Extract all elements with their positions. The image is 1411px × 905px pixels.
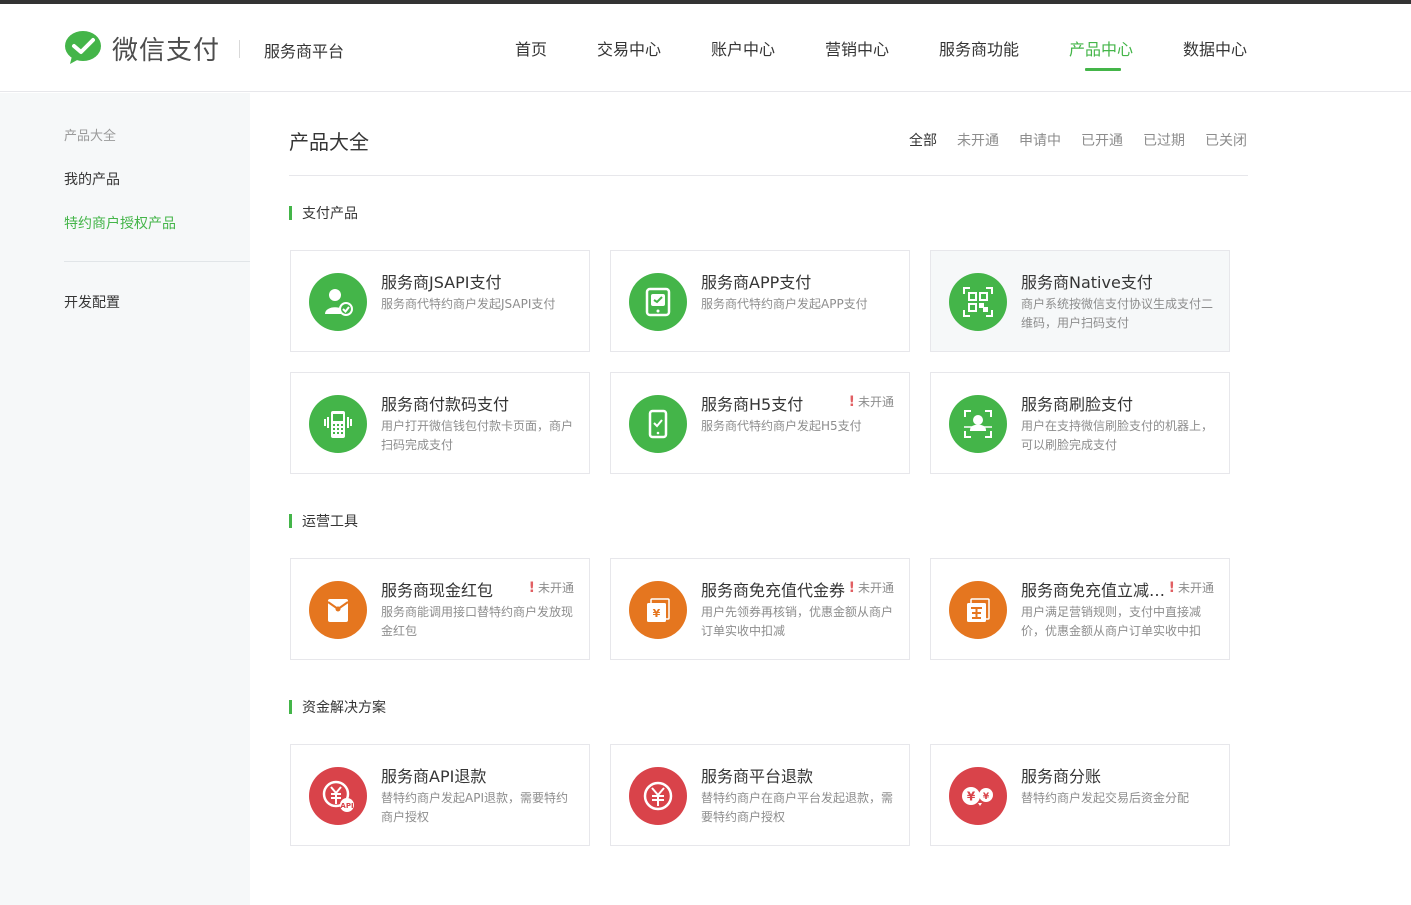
section-label: 资金解决方案 — [302, 700, 386, 716]
alert-icon: ! — [1168, 579, 1175, 596]
card-title: 服务商Native支付 — [1021, 273, 1153, 292]
card-description: 服务商代特约商户发起APP支付 — [701, 297, 868, 311]
refund-icon — [629, 767, 687, 825]
card-description: 商户系统按微信支付协议生成支付二维码，用户扫码支付 — [1021, 297, 1214, 330]
phone-check-icon — [629, 395, 687, 453]
card-title: 服务商现金红包 — [381, 581, 494, 600]
sidebar-item-authorized-products[interactable]: 特约商户授权产品 — [64, 213, 176, 233]
product-card-profit-sharing[interactable]: ¥ ¥ 服务商分账 替特约商户发起交易后资金分配 — [930, 744, 1230, 846]
product-card-jsapi[interactable]: 服务商JSAPI支付 服务商代特约商户发起JSAPI支付 — [290, 250, 590, 352]
product-card-api-refund[interactable]: API 服务商API退款 替特约商户发起API退款，需要特约商户授权 — [290, 744, 590, 846]
filter-opened[interactable]: 已开通 — [1081, 130, 1123, 150]
status-badge: ! 未开通 — [849, 579, 894, 596]
nav-active-indicator — [1085, 68, 1121, 71]
red-packet-icon — [309, 581, 367, 639]
card-title: 服务商APP支付 — [701, 273, 812, 292]
card-title: 服务商付款码支付 — [381, 395, 510, 414]
status-badge: ! 未开通 — [1169, 579, 1214, 596]
product-card-payment-code[interactable]: 服务商付款码支付 用户打开微信钱包付款卡页面，商户扫码完成支付 — [290, 372, 590, 474]
page-title: 产品大全 — [289, 130, 369, 154]
badge-label: 未开通 — [537, 581, 574, 595]
badge-label: 未开通 — [1177, 581, 1214, 595]
nav-data-center[interactable]: 数据中心 — [1183, 36, 1247, 60]
filter-applying[interactable]: 申请中 — [1019, 130, 1061, 150]
alert-icon: ! — [848, 579, 855, 596]
product-card-platform-refund[interactable]: 服务商平台退款 替特约商户在商户平台发起退款，需要特约商户授权 — [610, 744, 910, 846]
nav-account-center[interactable]: 账户中心 — [711, 36, 775, 60]
section-marker — [289, 700, 292, 714]
svg-text:¥: ¥ — [983, 792, 990, 802]
sidebar-item-dev-config[interactable]: 开发配置 — [64, 292, 120, 312]
svg-text:API: API — [340, 802, 353, 810]
section-marker — [289, 206, 292, 220]
section-marker — [289, 514, 292, 528]
card-title: 服务商H5支付 — [701, 395, 804, 414]
main-nav: 首页 交易中心 账户中心 营销中心 服务商功能 产品中心 数据中心 — [0, 36, 1411, 76]
user-check-icon — [309, 273, 367, 331]
product-card-app[interactable]: 服务商APP支付 服务商代特约商户发起APP支付 — [610, 250, 910, 352]
product-card-native[interactable]: 服务商Native支付 商户系统按微信支付协议生成支付二维码，用户扫码支付 — [930, 250, 1230, 352]
product-card-h5[interactable]: 服务商H5支付 ! 未开通 服务商代特约商户发起H5支付 — [610, 372, 910, 474]
title-divider — [289, 175, 1248, 176]
card-title: 服务商分账 — [1021, 767, 1102, 786]
status-badge: ! 未开通 — [849, 393, 894, 410]
card-description: 替特约商户在商户平台发起退款，需要特约商户授权 — [701, 791, 894, 824]
nav-marketing-center[interactable]: 营销中心 — [825, 36, 889, 60]
card-description: 服务商代特约商户发起H5支付 — [701, 419, 862, 433]
card-description: 服务商能调用接口替特约商户发放现金红包 — [381, 605, 574, 638]
svg-text:¥: ¥ — [653, 607, 661, 620]
section-header-payment: 支付产品 — [289, 205, 358, 222]
section-header-fund-solutions: 资金解决方案 — [289, 699, 386, 716]
api-refund-icon: API — [309, 767, 367, 825]
card-title: 服务商刷脸支付 — [1021, 395, 1134, 414]
section-label: 运营工具 — [302, 514, 358, 530]
product-card-coupon[interactable]: ¥ 服务商免充值代金券 ! 未开通 用户先领券再核销，优惠金额从商户订单实收中扣减 — [610, 558, 910, 660]
nav-trade-center[interactable]: 交易中心 — [597, 36, 661, 60]
card-description: 服务商代特约商户发起JSAPI支付 — [381, 297, 556, 311]
filter-closed[interactable]: 已关闭 — [1205, 130, 1247, 150]
card-description: 用户满足营销规则，支付中直接减价，优惠金额从商户订单实收中扣 — [1021, 605, 1202, 638]
nav-home[interactable]: 首页 — [515, 36, 547, 60]
card-title: 服务商平台退款 — [701, 767, 814, 786]
qr-code-icon — [949, 273, 1007, 331]
card-title: 服务商JSAPI支付 — [381, 273, 502, 292]
pos-terminal-icon — [309, 395, 367, 453]
card-title: 服务商API退款 — [381, 767, 487, 786]
filter-all[interactable]: 全部 — [909, 130, 937, 150]
card-description: 替特约商户发起API退款，需要特约商户授权 — [381, 791, 568, 824]
svg-text:¥: ¥ — [967, 790, 976, 804]
card-description: 用户先领券再核销，优惠金额从商户订单实收中扣减 — [701, 605, 894, 638]
filter-expired[interactable]: 已过期 — [1143, 130, 1185, 150]
card-description: 用户在支持微信刷脸支付的机器上，可以刷脸完成支付 — [1021, 419, 1214, 452]
nav-product-center[interactable]: 产品中心 — [1069, 36, 1133, 60]
product-card-face-pay[interactable]: 服务商刷脸支付 用户在支持微信刷脸支付的机器上，可以刷脸完成支付 — [930, 372, 1230, 474]
card-title: 服务商免充值代金券 — [701, 581, 846, 600]
product-card-cash-red-packet[interactable]: 服务商现金红包 ! 未开通 服务商能调用接口替特约商户发放现金红包 — [290, 558, 590, 660]
alert-icon: ! — [528, 579, 535, 596]
badge-label: 未开通 — [857, 581, 894, 595]
sidebar: 产品大全 我的产品 特约商户授权产品 开发配置 — [0, 93, 250, 905]
card-description: 用户打开微信钱包付款卡页面，商户扫码完成支付 — [381, 419, 574, 452]
card-description: 替特约商户发起交易后资金分配 — [1021, 791, 1190, 805]
split-icon: ¥ ¥ — [949, 767, 1007, 825]
status-badge: ! 未开通 — [529, 579, 574, 596]
sidebar-title: 产品大全 — [64, 129, 117, 144]
product-card-instant-discount[interactable]: 服务商免充值立减与折扣 !未开通 用户满足营销规则，支付中直接减价，优惠金额从商… — [930, 558, 1230, 660]
coupon-icon: ¥ — [629, 581, 687, 639]
tablet-pay-icon — [629, 273, 687, 331]
section-header-operation-tools: 运营工具 — [289, 513, 358, 530]
sidebar-divider — [64, 261, 250, 262]
alert-icon: ! — [848, 393, 855, 410]
nav-provider-functions[interactable]: 服务商功能 — [939, 36, 1019, 60]
badge-label: 未开通 — [857, 395, 894, 409]
discount-icon — [949, 581, 1007, 639]
face-scan-icon — [949, 395, 1007, 453]
header: 微信支付 服务商平台 首页 交易中心 账户中心 营销中心 服务商功能 产品中心 … — [0, 4, 1411, 92]
section-label: 支付产品 — [302, 206, 358, 222]
filter-not-opened[interactable]: 未开通 — [957, 130, 999, 150]
sidebar-item-my-products[interactable]: 我的产品 — [64, 169, 120, 189]
card-title: 服务商免充值立减与折扣 — [1021, 581, 1171, 600]
